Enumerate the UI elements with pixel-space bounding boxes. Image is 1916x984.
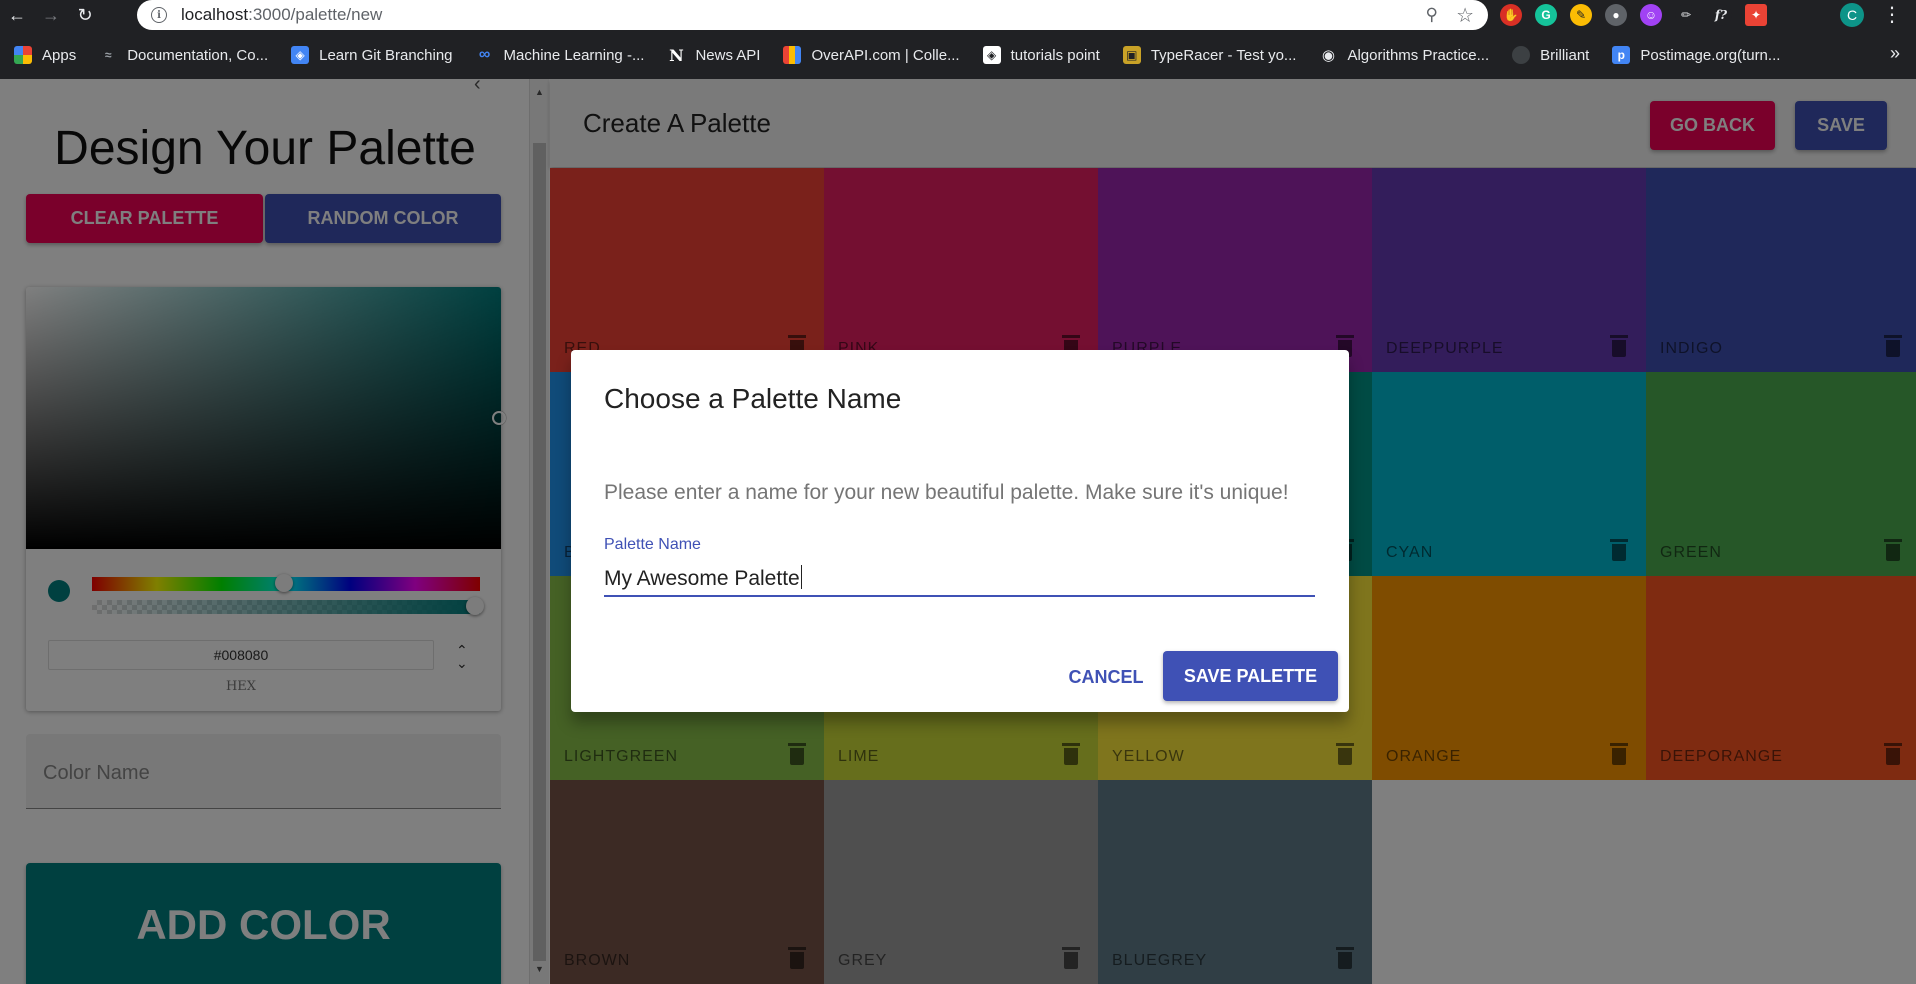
brilliant-icon — [1512, 46, 1531, 64]
bookmark-label: tutorials point — [1010, 46, 1100, 64]
pen-extension-icon[interactable]: ✏ — [1675, 4, 1697, 26]
adblock-extension-icon[interactable]: ✋ — [1500, 4, 1522, 26]
git-icon: ◈ — [291, 46, 310, 64]
bookmark-apps[interactable]: Apps — [14, 46, 76, 64]
bookmark-label: Apps — [42, 46, 77, 64]
typeracer-icon: ▣ — [1122, 46, 1141, 64]
bookmark-algorithms[interactable]: ◉ Algorithms Practice... — [1319, 46, 1490, 65]
reload-icon[interactable]: ↻ — [68, 0, 102, 31]
palette-name-value: My Awesome Palette — [604, 567, 800, 590]
news-icon: N — [669, 45, 684, 65]
dialog-title: Choose a Palette Name — [604, 383, 902, 414]
bookmark-label: Machine Learning -... — [503, 46, 645, 64]
bookmark-tutorials-point[interactable]: ◈ tutorials point — [982, 46, 1100, 64]
url-text: localhost:3000/palette/new — [181, 5, 382, 25]
url-path: :3000/palette/new — [248, 5, 383, 24]
bookmark-postimage[interactable]: p Postimage.org(turn... — [1612, 46, 1780, 64]
grammarly-extension-icon[interactable]: G — [1535, 4, 1557, 26]
bookmark-label: Learn Git Branching — [319, 46, 453, 64]
dialog-text: Please enter a name for your new beautif… — [604, 481, 1289, 504]
palette-name-label: Palette Name — [604, 536, 701, 553]
bookmark-learn-git[interactable]: ◈ Learn Git Branching — [291, 46, 453, 64]
more-bookmarks-icon[interactable]: » — [1890, 43, 1900, 64]
browser-toolbar: ← → ↻ i localhost:3000/palette/new ⚲ ☆ ✋… — [0, 0, 1916, 31]
postimage-icon: p — [1612, 46, 1631, 64]
bookmark-overapi[interactable]: OverAPI.com | Colle... — [783, 46, 960, 64]
palette-name-input[interactable]: My Awesome Palette — [604, 560, 1315, 597]
bookmark-star-icon[interactable]: ☆ — [1456, 3, 1474, 28]
bookmark-label: OverAPI.com | Colle... — [811, 46, 960, 64]
save-palette-button[interactable]: Save Palette — [1163, 651, 1338, 701]
bookmark-label: News API — [695, 46, 761, 64]
zoom-icon[interactable]: ⚲ — [1426, 5, 1438, 25]
forward-arrow-icon[interactable]: → — [34, 0, 68, 31]
pin-extension-icon[interactable]: ● — [1605, 4, 1627, 26]
overapi-icon — [783, 46, 802, 64]
browser-menu-icon[interactable]: ⋮ — [1882, 2, 1902, 27]
bookmark-label: Documentation, Co... — [127, 46, 269, 64]
bookmark-label: Algorithms Practice... — [1347, 46, 1490, 64]
bookmarks-bar: Apps ≈ Documentation, Co... ◈ Learn Git Br… — [0, 31, 1916, 79]
formula-extension-icon[interactable]: f? — [1710, 4, 1732, 26]
bookmark-brilliant[interactable]: Brilliant — [1512, 46, 1589, 64]
bookmark-label: Brilliant — [1540, 46, 1590, 64]
app-extension-icon[interactable]: ✦ — [1745, 4, 1767, 26]
site-info-icon[interactable]: i — [151, 7, 167, 23]
back-arrow-icon[interactable]: ← — [0, 0, 34, 31]
page: ‹ Design Your Palette Clear Palette Rand… — [0, 79, 1916, 984]
palette-name-dialog: Choose a Palette Name Please enter a nam… — [571, 350, 1349, 712]
address-bar[interactable]: i localhost:3000/palette/new ⚲ ☆ — [137, 0, 1488, 30]
bookmark-documentation[interactable]: ≈ Documentation, Co... — [99, 46, 268, 64]
extensions: ✋ G ✎ ● ☺ ✏ f? ✦ — [1500, 4, 1767, 26]
bookmark-machine-learning[interactable]: ∞ Machine Learning -... — [476, 46, 645, 64]
text-caret — [800, 565, 802, 589]
bookmark-label: Postimage.org(turn... — [1640, 46, 1781, 64]
infinity-icon: ∞ — [478, 46, 491, 63]
bookmark-label: TypeRacer - Test yo... — [1150, 46, 1297, 64]
bookmark-typeracer[interactable]: ▣ TypeRacer - Test yo... — [1122, 46, 1297, 64]
cancel-button[interactable]: Cancel — [1061, 656, 1151, 698]
notes-extension-icon[interactable]: ✎ — [1570, 4, 1592, 26]
docs-icon: ≈ — [104, 48, 112, 62]
bookmark-news-api[interactable]: N News API — [667, 45, 761, 65]
smiley-extension-icon[interactable]: ☺ — [1640, 4, 1662, 26]
url-host: localhost — [181, 5, 249, 24]
profile-avatar[interactable]: C — [1840, 3, 1864, 27]
globe-icon: ◉ — [1321, 47, 1335, 64]
apps-grid-icon — [14, 46, 32, 64]
tutorialspoint-icon: ◈ — [982, 46, 1001, 64]
